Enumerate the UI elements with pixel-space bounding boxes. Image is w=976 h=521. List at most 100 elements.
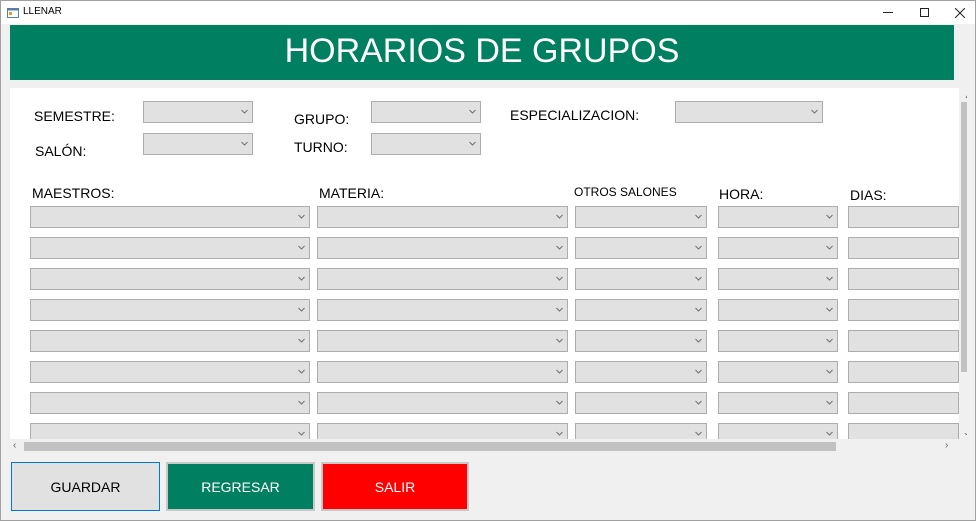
materia-select-row-5[interactable] [317,330,568,352]
regresar-button[interactable]: REGRESAR [166,462,315,511]
chevron-down-icon [556,337,563,344]
salir-button[interactable]: SALIR [321,462,469,511]
dias-header: DIAS: [850,187,887,203]
scroll-right-icon[interactable]: › [945,440,948,451]
chevron-down-icon [298,306,305,313]
chevron-down-icon [826,337,833,344]
maestro-select-row-2[interactable] [30,237,310,259]
chevron-down-icon [241,108,248,115]
otro-salon-select-row-4[interactable] [575,299,707,321]
chevron-down-icon [556,213,563,220]
chevron-down-icon [695,213,702,220]
grupo-label: GRUPO: [294,111,350,127]
chevron-down-icon [826,430,833,437]
chevron-down-icon [298,213,305,220]
maestro-select-row-4[interactable] [30,299,310,321]
scroll-left-icon[interactable]: ‹ [13,440,16,451]
especializacion-select[interactable] [675,101,823,123]
grupo-select[interactable] [371,101,481,123]
dias-select-row-6[interactable] [848,361,959,383]
materia-header: MATERIA: [319,185,385,201]
app-window: LLENAR HORARIOS DE GRUPOS SEMESTRE: SALÓ… [0,0,976,521]
hora-select-row-6[interactable] [718,361,838,383]
chevron-down-icon [556,399,563,406]
chevron-down-icon [826,275,833,282]
chevron-down-icon [695,337,702,344]
header-banner: HORARIOS DE GRUPOS [10,25,954,80]
chevron-down-icon [298,337,305,344]
hora-select-row-4[interactable] [718,299,838,321]
vertical-scrollbar[interactable]: ▲ ⌄ [959,88,967,454]
otros-salones-header: OTROS SALONES [574,185,677,199]
hora-header: HORA: [719,186,764,202]
materia-select-row-1[interactable] [317,206,568,228]
turno-label: TURNO: [294,139,348,155]
chevron-down-icon [469,140,476,147]
otro-salon-select-row-1[interactable] [575,206,707,228]
chevron-down-icon [556,306,563,313]
guardar-button[interactable]: GUARDAR [11,462,160,511]
chevron-down-icon [298,430,305,437]
hora-select-row-7[interactable] [718,392,838,414]
close-icon [955,7,965,18]
hora-select-row-5[interactable] [718,330,838,352]
maestros-header: MAESTROS: [32,185,115,201]
chevron-down-icon [826,368,833,375]
materia-select-row-7[interactable] [317,392,568,414]
chevron-down-icon [695,430,702,437]
dias-select-row-1[interactable] [848,206,959,228]
materia-select-row-3[interactable] [317,268,568,290]
chevron-down-icon [469,108,476,115]
otro-salon-select-row-7[interactable] [575,392,707,414]
chevron-down-icon [556,368,563,375]
horizontal-scroll-thumb[interactable] [24,442,836,451]
dias-select-row-7[interactable] [848,392,959,414]
otro-salon-select-row-2[interactable] [575,237,707,259]
chevron-down-icon [826,306,833,313]
chevron-down-icon [298,275,305,282]
turno-select[interactable] [371,133,481,155]
chevron-down-icon [556,275,563,282]
materia-select-row-4[interactable] [317,299,568,321]
semestre-select[interactable] [143,101,253,123]
chevron-down-icon [695,275,702,282]
hora-select-row-3[interactable] [718,268,838,290]
otro-salon-select-row-5[interactable] [575,330,707,352]
schedule-panel: SEMESTRE: SALÓN: GRUPO: TURNO: ESPECIALI… [10,88,967,454]
dias-select-row-4[interactable] [848,299,959,321]
vertical-scroll-thumb[interactable] [961,102,967,372]
chevron-down-icon [298,368,305,375]
chevron-down-icon [556,430,563,437]
close-button[interactable] [939,1,976,24]
salon-select[interactable] [143,133,253,155]
title-bar: LLENAR [1,1,975,24]
maestro-select-row-5[interactable] [30,330,310,352]
otro-salon-select-row-6[interactable] [575,361,707,383]
dias-select-row-3[interactable] [848,268,959,290]
semestre-label: SEMESTRE: [34,108,115,124]
materia-select-row-2[interactable] [317,237,568,259]
chevron-down-icon [826,399,833,406]
especializacion-label: ESPECIALIZACION: [510,107,640,123]
window-title: LLENAR [23,6,62,17]
maestro-select-row-1[interactable] [30,206,310,228]
scroll-up-icon[interactable]: ▲ [964,91,967,100]
page-title: HORARIOS DE GRUPOS [284,32,680,70]
chevron-down-icon [298,244,305,251]
materia-select-row-6[interactable] [317,361,568,383]
maestro-select-row-6[interactable] [30,361,310,383]
maestro-select-row-7[interactable] [30,392,310,414]
chevron-down-icon [695,306,702,313]
app-icon [7,6,19,18]
chevron-down-icon [298,399,305,406]
dias-select-row-5[interactable] [848,330,959,352]
hora-select-row-2[interactable] [718,237,838,259]
chevron-down-icon [811,108,818,115]
dias-select-row-2[interactable] [848,237,959,259]
maestro-select-row-3[interactable] [30,268,310,290]
scroll-down-icon[interactable]: ⌄ [963,428,967,437]
minimize-icon [883,12,893,13]
otro-salon-select-row-3[interactable] [575,268,707,290]
horizontal-scrollbar[interactable]: ‹ › [10,439,959,454]
hora-select-row-1[interactable] [718,206,838,228]
